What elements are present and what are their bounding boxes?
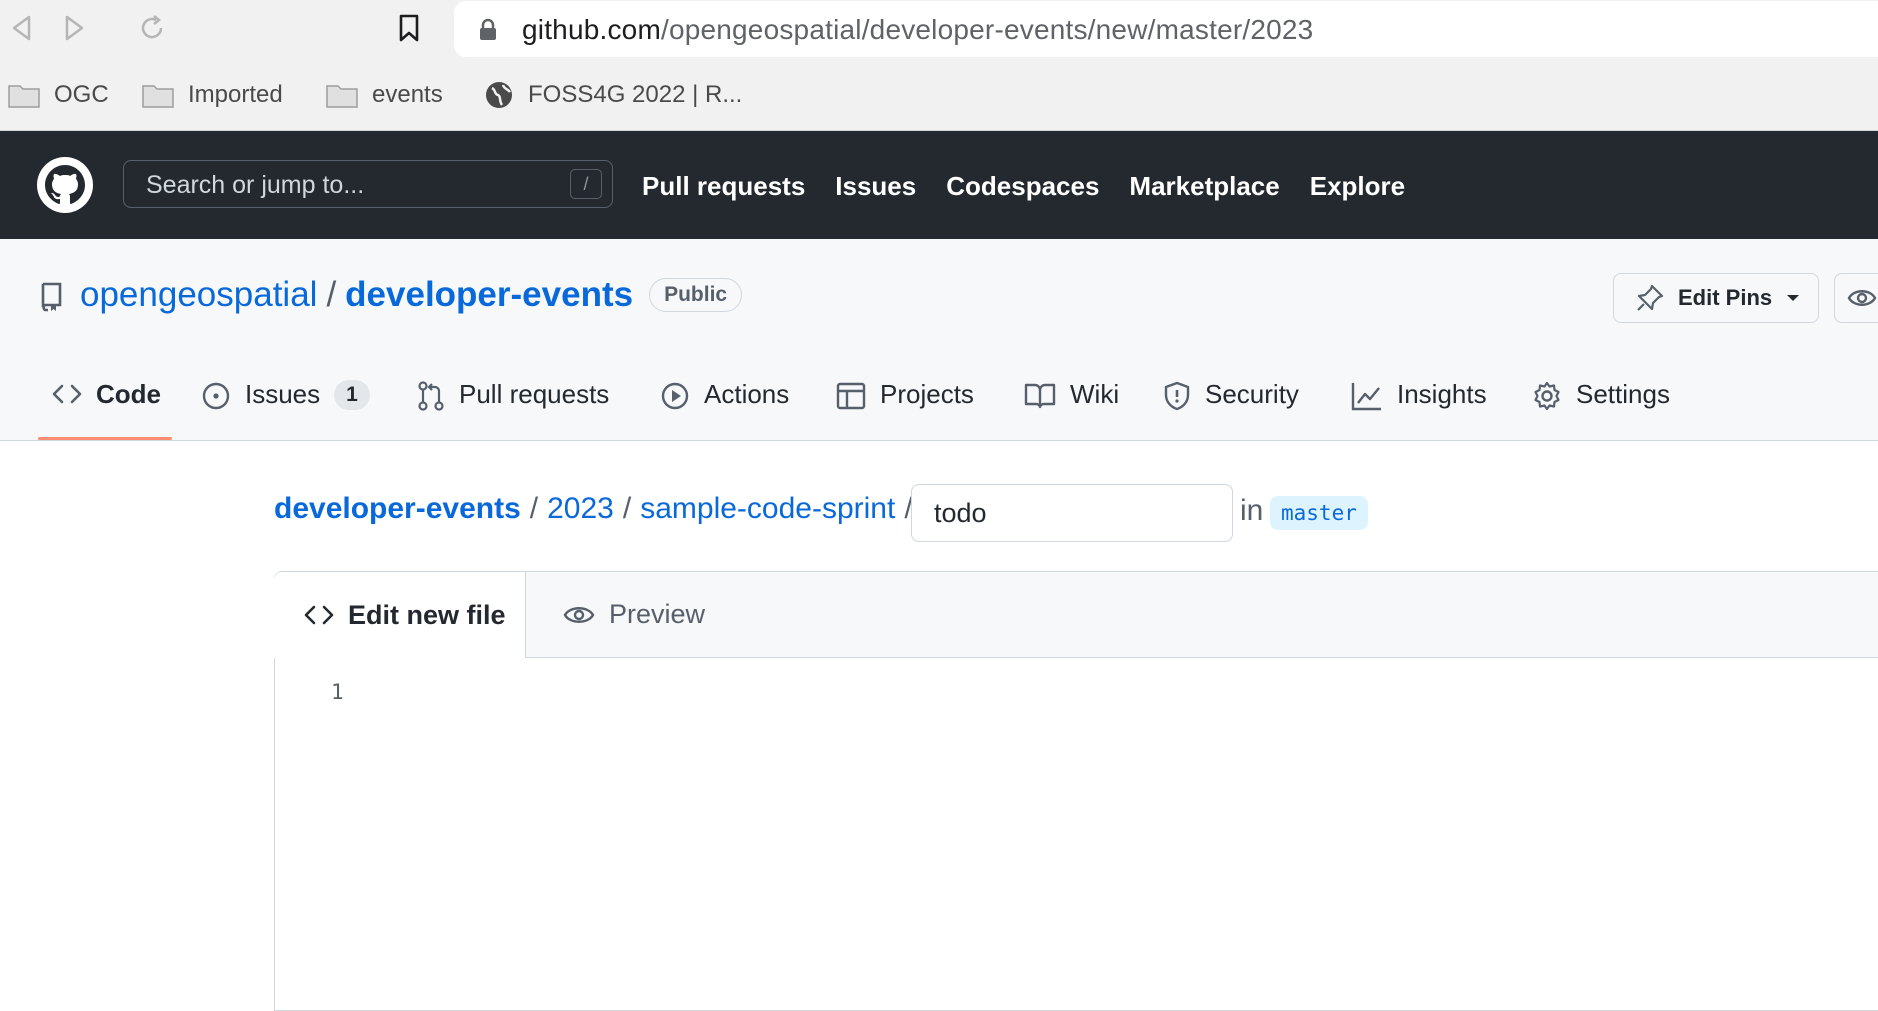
- caret-down-icon: [1787, 295, 1800, 301]
- breadcrumb-folder-2023[interactable]: 2023: [547, 492, 614, 526]
- github-header: / Pull requests Issues Codespaces Market…: [0, 131, 1878, 239]
- table-icon: [836, 382, 866, 410]
- bookmark-label: events: [372, 81, 443, 108]
- breadcrumb: developer-events / 2023 / sample-code-sp…: [274, 492, 922, 526]
- tab-label: Pull requests: [459, 379, 610, 409]
- forward-button[interactable]: [57, 11, 91, 45]
- reload-button[interactable]: [135, 11, 169, 45]
- search-input[interactable]: [146, 171, 546, 200]
- play-icon: [661, 382, 689, 410]
- bookmark-page-button[interactable]: [392, 11, 426, 45]
- bookmark-folder-events[interactable]: events: [326, 78, 443, 112]
- issues-count-badge: 1: [334, 380, 370, 410]
- line-number: 1: [331, 680, 344, 704]
- github-logo-icon[interactable]: [37, 157, 93, 213]
- nav-codespaces[interactable]: Codespaces: [946, 171, 1099, 202]
- issue-icon: [202, 382, 230, 410]
- file-editor: Edit new file Preview 1: [274, 571, 1878, 1011]
- nav-pull-requests[interactable]: Pull requests: [642, 171, 805, 202]
- gear-icon: [1534, 381, 1560, 411]
- tab-pull-requests[interactable]: Pull requests: [417, 379, 609, 440]
- branch-in-label: in: [1240, 494, 1264, 527]
- folder-icon: [326, 85, 358, 108]
- tab-label: Wiki: [1070, 379, 1120, 409]
- tab-preview[interactable]: Preview: [563, 572, 705, 657]
- url-text: github.com/opengeospatial/developer-even…: [522, 14, 1313, 46]
- bookmark-label: FOSS4G 2022 | R...: [528, 81, 743, 108]
- tab-insights[interactable]: Insights: [1351, 379, 1487, 440]
- forward-arrow-icon: [65, 15, 84, 41]
- tab-label: Projects: [880, 379, 974, 409]
- repo-owner-link[interactable]: opengeospatial: [80, 275, 317, 315]
- repo-icon: [41, 282, 62, 312]
- nav-marketplace[interactable]: Marketplace: [1129, 171, 1279, 202]
- url-path: /opengeospatial/developer-events/new/mas…: [660, 14, 1314, 45]
- tab-label: Settings: [1576, 379, 1670, 409]
- book-icon: [1024, 383, 1056, 409]
- tab-issues[interactable]: Issues 1: [201, 379, 370, 440]
- repo-title: opengeospatial / developer-events Public: [80, 275, 743, 315]
- shield-icon: [1164, 381, 1190, 411]
- editor-tabs: Edit new file Preview: [274, 572, 1878, 658]
- repo-header: opengeospatial / developer-events Public…: [0, 239, 1878, 441]
- tab-edit-new-file[interactable]: Edit new file: [274, 572, 526, 658]
- active-tab-indicator: [38, 437, 172, 440]
- eye-icon: [563, 606, 595, 623]
- breadcrumb-separator: /: [622, 492, 632, 525]
- tab-code[interactable]: Code: [52, 379, 161, 440]
- repo-separator: /: [326, 275, 337, 314]
- bookmark-folder-ogc[interactable]: OGC: [8, 78, 109, 112]
- tab-wiki[interactable]: Wiki: [1024, 379, 1119, 440]
- tab-security[interactable]: Security: [1163, 379, 1299, 440]
- bookmark-foss4g[interactable]: FOSS4G 2022 | R...: [484, 78, 742, 112]
- code-editor-input[interactable]: [365, 672, 1849, 976]
- tab-label: Security: [1205, 379, 1299, 409]
- eye-icon: [1847, 290, 1877, 306]
- nav-issues[interactable]: Issues: [835, 171, 916, 202]
- pull-request-icon: [418, 381, 444, 411]
- folder-icon: [142, 85, 174, 108]
- breadcrumb-repo-link[interactable]: developer-events: [274, 492, 521, 526]
- browser-toolbar: github.com/opengeospatial/developer-even…: [0, 0, 1878, 60]
- filename-input[interactable]: [911, 484, 1233, 542]
- tab-projects[interactable]: Projects: [836, 379, 974, 440]
- edit-pins-label: Edit Pins: [1678, 285, 1773, 310]
- url-host: github.com: [522, 14, 661, 45]
- address-bar[interactable]: github.com/opengeospatial/developer-even…: [454, 1, 1878, 57]
- tab-label: Actions: [704, 379, 790, 409]
- reload-icon: [141, 15, 163, 39]
- graph-icon: [1351, 383, 1381, 411]
- code-icon: [52, 384, 82, 404]
- pin-icon: [1637, 284, 1664, 311]
- repo-name-link[interactable]: developer-events: [345, 275, 633, 315]
- folder-icon: [8, 85, 40, 108]
- lock-icon: [478, 18, 498, 47]
- visibility-badge: Public: [649, 278, 743, 312]
- globe-icon: [486, 82, 512, 108]
- tab-settings[interactable]: Settings: [1532, 379, 1670, 440]
- bookmark-icon: [399, 14, 419, 42]
- search-shortcut-key: /: [570, 169, 602, 199]
- bookmark-label: OGC: [54, 81, 109, 108]
- edit-pins-button[interactable]: Edit Pins: [1613, 273, 1819, 323]
- tab-actions[interactable]: Actions: [660, 379, 789, 440]
- nav-explore[interactable]: Explore: [1310, 171, 1405, 202]
- watch-button[interactable]: [1834, 273, 1878, 323]
- tab-label: Code: [96, 379, 161, 409]
- back-button[interactable]: [5, 11, 39, 45]
- bookmark-folder-imported[interactable]: Imported: [142, 78, 283, 112]
- breadcrumb-folder-sample-code-sprint[interactable]: sample-code-sprint: [640, 492, 895, 526]
- back-arrow-icon: [12, 15, 31, 41]
- edit-tab-label: Edit new file: [348, 599, 506, 630]
- branch-badge: master: [1270, 496, 1368, 530]
- bookmark-label: Imported: [188, 81, 283, 108]
- global-nav: Pull requests Issues Codespaces Marketpl…: [642, 171, 1405, 202]
- breadcrumb-separator: /: [529, 492, 539, 525]
- bookmarks-bar: OGC Imported events FOSS4G 2022 | R...: [0, 60, 1878, 131]
- tab-label: Issues: [245, 379, 321, 409]
- search-box[interactable]: /: [123, 160, 613, 208]
- tab-label: Insights: [1397, 379, 1487, 409]
- preview-tab-label: Preview: [609, 599, 706, 629]
- code-icon: [304, 605, 334, 625]
